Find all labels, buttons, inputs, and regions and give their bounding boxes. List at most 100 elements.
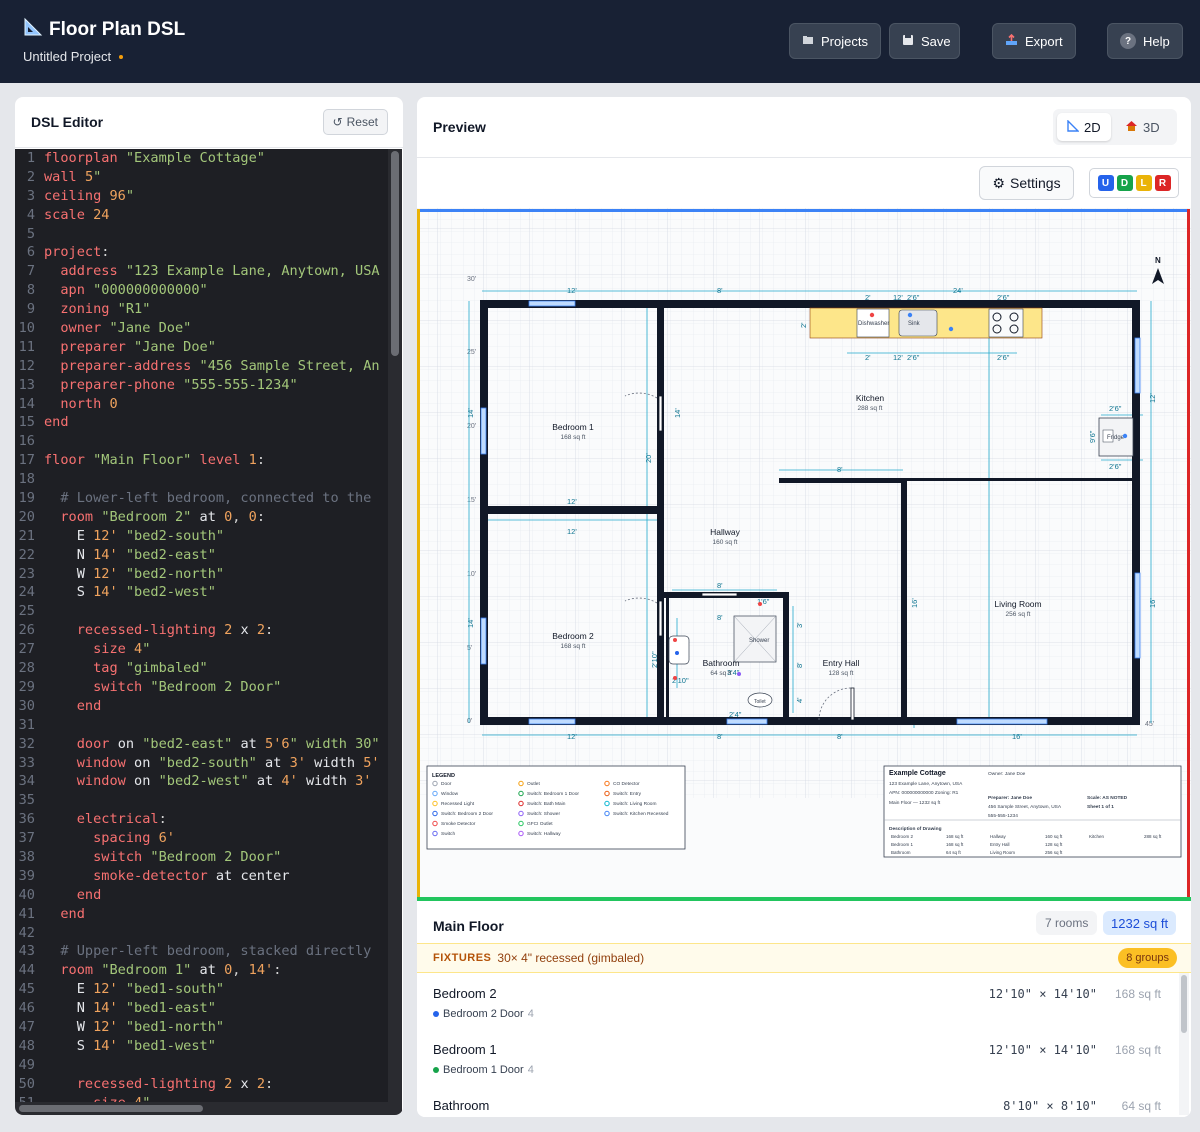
code-line[interactable]: 27 size 4" — [15, 640, 388, 659]
code-line[interactable]: 51 size 4" — [15, 1094, 388, 1102]
code-line[interactable]: 18 — [15, 470, 388, 489]
view-3d-button[interactable]: 3D — [1115, 113, 1173, 141]
code-line[interactable]: 13 preparer-phone "555-555-1234" — [15, 376, 388, 395]
code-line[interactable]: 34 window on "bed2-west" at 4' width 3' — [15, 772, 388, 791]
scrollbar-thumb[interactable] — [19, 1105, 203, 1112]
code-line[interactable]: 7 address "123 Example Lane, Anytown, US… — [15, 262, 388, 281]
code-line[interactable]: 45 E 12' "bed1-south" — [15, 980, 388, 999]
code-line[interactable]: 23 W 12' "bed2-north" — [15, 565, 388, 584]
code-line[interactable]: 29 switch "Bedroom 2 Door" — [15, 678, 388, 697]
room-area: 168 sq ft — [561, 643, 586, 650]
code-line[interactable]: 42 — [15, 924, 388, 943]
code-line[interactable]: 48 S 14' "bed1-west" — [15, 1037, 388, 1056]
code-line[interactable]: 25 — [15, 602, 388, 621]
code-line[interactable]: 8 apn "000000000000" — [15, 281, 388, 300]
code-line[interactable]: 9 zoning "R1" — [15, 300, 388, 319]
code-line[interactable]: 47 W 12' "bed1-north" — [15, 1018, 388, 1037]
code-line[interactable]: 22 N 14' "bed2-east" — [15, 546, 388, 565]
code-line[interactable]: 15 end — [15, 413, 388, 432]
view-2d-button[interactable]: 2D — [1057, 113, 1111, 141]
code-text: recessed-lighting 2 x 2: — [76, 1075, 274, 1092]
editor-vertical-scrollbar[interactable] — [388, 149, 402, 1102]
code-line[interactable]: 28 tag "gimbaled" — [15, 659, 388, 678]
code-line[interactable]: 43 # Upper-left bedroom, stacked directl… — [15, 942, 388, 961]
code-line[interactable]: 16 — [15, 432, 388, 451]
code-line[interactable]: 41 end — [15, 905, 388, 924]
nav-left-key[interactable]: L — [1135, 175, 1152, 191]
code-line[interactable]: 50 recessed-lighting 2 x 2: — [15, 1075, 388, 1094]
code-text: end — [44, 414, 69, 431]
line-number: 39 — [18, 867, 35, 884]
code-line[interactable]: 5 — [15, 225, 388, 244]
code-line[interactable]: 44 room "Bedroom 1" at 0, 14': — [15, 961, 388, 980]
room-row[interactable]: Bedroom 1 12'10" × 14'10" 168 sq ft Bedr… — [433, 1042, 1161, 1076]
code-line[interactable]: 21 E 12' "bed2-south" — [15, 527, 388, 546]
code-line[interactable]: 17 floor "Main Floor" level 1: — [15, 451, 388, 470]
line-number: 6 — [26, 244, 35, 261]
code-line[interactable]: 30 end — [15, 697, 388, 716]
line-number: 8 — [26, 282, 35, 299]
code-line[interactable]: 20 room "Bedroom 2" at 0, 0: — [15, 508, 388, 527]
code-text: W 12' "bed2-north" — [76, 565, 225, 582]
desc-room: Bedroom 1 — [891, 842, 914, 847]
code-line[interactable]: 12 preparer-address "456 Sample Street, … — [15, 357, 388, 376]
room-row[interactable]: Bedroom 2 12'10" × 14'10" 168 sq ft Bedr… — [433, 986, 1161, 1020]
code-line[interactable]: 36 electrical: — [15, 810, 388, 829]
room-row[interactable]: Bathroom 8'10" × 8'10" 64 sq ft — [433, 1098, 1161, 1113]
code-text: end — [76, 886, 102, 903]
code-line[interactable]: 10 owner "Jane Doe" — [15, 319, 388, 338]
code-line[interactable]: 37 spacing 6' — [15, 829, 388, 848]
code-line[interactable]: 31 — [15, 716, 388, 735]
code-line[interactable]: 49 — [15, 1056, 388, 1075]
legend-item: Switch — [441, 831, 455, 837]
legend-item: Switch: Living Room — [613, 801, 656, 807]
code-line[interactable]: 35 — [15, 791, 388, 810]
scrollbar-thumb[interactable] — [1181, 975, 1187, 1033]
code-text: N 14' "bed1-east" — [76, 1000, 216, 1017]
dishwasher-label: Dishwasher — [858, 321, 889, 327]
code-line[interactable]: 14 north 0 — [15, 395, 388, 414]
code-line[interactable]: 26 recessed-lighting 2 x 2: — [15, 621, 388, 640]
code-line[interactable]: 11 preparer "Jane Doe" — [15, 338, 388, 357]
editor-horizontal-scrollbar[interactable] — [15, 1102, 402, 1115]
code-line[interactable]: 19 # Lower-left bedroom, connected to th… — [15, 489, 388, 508]
desc-area: 168 sq ft — [946, 842, 964, 847]
code-line[interactable]: 33 window on "bed2-south" at 3' width 5' — [15, 754, 388, 773]
reset-button[interactable]: ↺ Reset — [322, 109, 388, 135]
code-line[interactable]: 6 project: — [15, 243, 388, 262]
svg-text:4': 4' — [795, 697, 804, 703]
projects-button[interactable]: Projects — [789, 23, 881, 59]
code-line[interactable]: 38 switch "Bedroom 2 Door" — [15, 848, 388, 867]
preview-title: Preview — [433, 119, 486, 135]
sink-label: Sink — [908, 321, 921, 327]
code-line[interactable]: 40 end — [15, 886, 388, 905]
code-line[interactable]: 2 wall 5" — [15, 168, 388, 187]
svg-text:N: N — [1155, 256, 1161, 265]
code-line[interactable]: 32 door on "bed2-east" at 5'6" width 30" — [15, 735, 388, 754]
summary-scrollbar[interactable] — [1179, 973, 1189, 1115]
nav-up-key[interactable]: U — [1097, 175, 1114, 191]
nav-keys: U D L R — [1089, 168, 1179, 198]
code-text: ceiling 96" — [44, 187, 135, 204]
line-number: 33 — [18, 754, 35, 771]
code-line[interactable]: 3 ceiling 96" — [15, 187, 388, 206]
code-line[interactable]: 4 scale 24 — [15, 206, 388, 225]
save-button[interactable]: Save — [889, 23, 960, 59]
line-number: 29 — [18, 678, 35, 695]
floor-name: Main Floor — [433, 918, 504, 934]
code-line[interactable]: 24 S 14' "bed2-west" — [15, 583, 388, 602]
desc-room: Entry Hall — [990, 842, 1010, 847]
kitchen-counter: Dishwasher Sink — [809, 307, 1043, 339]
help-button[interactable]: ? Help — [1107, 23, 1183, 59]
scrollbar-thumb[interactable] — [391, 151, 399, 356]
floor-plan-canvas[interactable]: 30' 25' 20' 15' 10' 5' 0' 45' N 12' 8' 2… — [417, 208, 1191, 901]
code-line[interactable]: 39 smoke-detector at center — [15, 867, 388, 886]
nav-down-key[interactable]: D — [1116, 175, 1133, 191]
svg-text:20': 20' — [644, 453, 653, 463]
export-button[interactable]: Export — [992, 23, 1076, 59]
code-editor[interactable]: 1 floorplan "Example Cottage" 2 wall 5" 3 cei… — [15, 149, 388, 1102]
code-line[interactable]: 46 N 14' "bed1-east" — [15, 999, 388, 1018]
code-line[interactable]: 1 floorplan "Example Cottage" — [15, 149, 388, 168]
nav-right-key[interactable]: R — [1154, 175, 1171, 191]
settings-button[interactable]: ⚙ Settings — [979, 166, 1074, 200]
